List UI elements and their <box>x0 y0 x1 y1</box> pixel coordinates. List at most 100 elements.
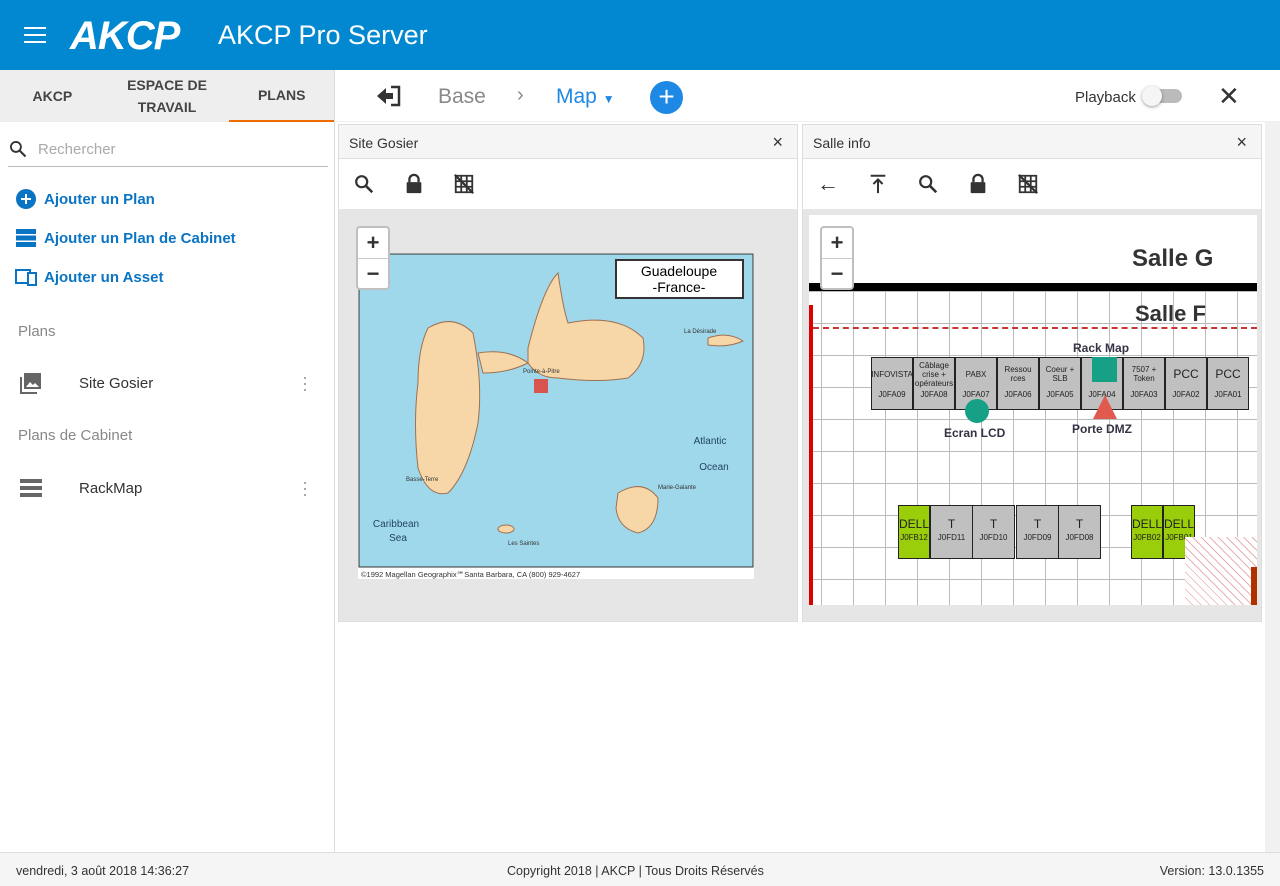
map-canvas[interactable]: + − Guadeloupe -France- Atlantic Ocean Ca… <box>339 209 797 621</box>
add-cabinet-plan-label: Ajouter un Plan de Cabinet <box>44 229 236 247</box>
more-vert-icon[interactable]: · · · <box>302 473 308 503</box>
rack-name: T <box>1033 517 1042 531</box>
search-icon <box>10 141 27 158</box>
app-title: AKCP Pro Server <box>218 20 428 50</box>
close-icon[interactable]: × <box>772 132 783 153</box>
plans-heading: Plans <box>18 323 56 340</box>
more-vert-icon[interactable]: · · · <box>302 368 308 398</box>
rack-id: J0FA05 <box>1046 390 1074 399</box>
chevron-right-icon: › <box>517 84 524 106</box>
rack-J0FA05[interactable]: Coeur + SLB J0FA05 <box>1039 357 1081 410</box>
image-icon <box>20 373 41 394</box>
rack-id: J0FA08 <box>920 390 948 399</box>
map-label: Caribbean <box>373 519 419 530</box>
guadeloupe-map: Guadeloupe -France- Atlantic Ocean Carib… <box>358 253 754 579</box>
add-plan-label: Ajouter un Plan <box>44 190 155 208</box>
tab-espace-de-travail[interactable]: ESPACE DE TRAVAIL <box>105 70 230 122</box>
close-icon[interactable]: × <box>1236 132 1247 153</box>
search-icon[interactable] <box>353 173 375 195</box>
salle-f-label: Salle F <box>1135 301 1206 326</box>
panel-title: Site Gosier <box>349 135 419 151</box>
rack-J0FA01[interactable]: PCC J0FA01 <box>1207 357 1249 410</box>
akcp-logo: AKCP <box>70 14 180 58</box>
rack-name: DELL <box>1132 517 1163 531</box>
close-icon[interactable]: ✕ <box>1218 81 1240 112</box>
salle-g-label: Salle G <box>1132 245 1214 272</box>
rack-J0FD08[interactable]: T J0FD08 <box>1058 505 1101 559</box>
rack-J0FA02[interactable]: PCC J0FA02 <box>1165 357 1207 410</box>
rack-map-marker[interactable] <box>1092 357 1117 382</box>
rack-J0FD09[interactable]: T J0FD09 <box>1016 505 1059 559</box>
rack-name: PCC <box>1173 366 1199 381</box>
cabinet-item-rackmap[interactable]: RackMap · · · <box>0 468 335 508</box>
rack-id: J0FA02 <box>1172 390 1200 399</box>
rack-name: PCC <box>1215 366 1241 381</box>
breadcrumb-base[interactable]: Base <box>438 85 486 109</box>
map-label: Marie-Galante <box>658 485 697 491</box>
rack-id: J0FA01 <box>1214 390 1242 399</box>
breadcrumb-map[interactable]: Map ▼ <box>556 85 615 109</box>
grid-off-icon[interactable] <box>453 173 475 195</box>
zoom-out-button[interactable]: − <box>358 258 388 288</box>
grid-off-icon[interactable] <box>1017 173 1039 195</box>
zoom-control: + − <box>820 226 854 290</box>
map-label: Les Saintes <box>508 541 539 547</box>
rack-J0FD10[interactable]: T J0FD10 <box>972 505 1015 559</box>
search-icon[interactable] <box>917 173 939 195</box>
zoom-in-button[interactable]: + <box>822 228 852 258</box>
add-plan-button[interactable]: Ajouter un Plan <box>15 189 155 209</box>
rack-name: T <box>1075 517 1084 531</box>
rack-id: J0FB02 <box>1133 533 1161 542</box>
lock-icon[interactable] <box>403 173 425 195</box>
rack-J0FD11[interactable]: T J0FD11 <box>930 505 973 559</box>
ecran-lcd-marker[interactable] <box>965 399 989 423</box>
add-cabinet-plan-button[interactable]: Ajouter un Plan de Cabinet <box>15 229 236 247</box>
exit-icon[interactable] <box>376 84 402 108</box>
rack-id: J0FA06 <box>1004 390 1032 399</box>
rack-name: T <box>947 517 956 531</box>
main-toolbar: Base › Map ▼ + Playback ✕ <box>336 70 1280 122</box>
back-arrow-icon[interactable]: ← <box>817 171 839 197</box>
map-label: Sea <box>389 533 407 544</box>
search-input[interactable]: Rechercher <box>8 132 328 167</box>
rack-J0FA09[interactable]: INFOVISTA J0FA09 <box>871 357 913 410</box>
rack-name: Câblage crise + opérateurs <box>914 360 954 388</box>
rack-name: T <box>989 517 998 531</box>
add-button[interactable]: + <box>650 81 683 114</box>
rack-name: PABX <box>965 369 987 379</box>
plan-item-site-gosier[interactable]: Site Gosier · · · <box>0 363 335 403</box>
panel-site-gosier: Site Gosier × + − Guadeloupe -France- Atla… <box>338 124 798 622</box>
rack-J0FA03[interactable]: 7507 + Token J0FA03 <box>1123 357 1165 410</box>
cabinet-heading: Plans de Cabinet <box>18 427 133 444</box>
lock-icon[interactable] <box>967 173 989 195</box>
tab-plans[interactable]: PLANS <box>229 70 335 122</box>
porte-dmz-marker[interactable] <box>1093 395 1117 419</box>
tab-akcp[interactable]: AKCP <box>0 70 105 122</box>
rack-J0FB02[interactable]: DELL J0FB02 <box>1131 505 1163 559</box>
rack-J0FB12[interactable]: DELL J0FB12 <box>898 505 930 559</box>
map-copyright: ©1992 Magellan Geographix℠Santa Barbara,… <box>361 570 580 579</box>
search-placeholder: Rechercher <box>38 140 116 158</box>
map-label: Ocean <box>699 462 728 473</box>
add-asset-button[interactable]: Ajouter un Asset <box>15 268 163 286</box>
menu-icon[interactable] <box>24 27 46 43</box>
floorplan-canvas[interactable]: Salle G Salle F INFOVISTA J0FA09 Câblage c… <box>803 209 1261 621</box>
rack-J0FA08[interactable]: Câblage crise + opérateurs J0FA08 <box>913 357 955 410</box>
add-circle-icon <box>16 189 36 209</box>
list-icon <box>20 479 42 497</box>
footer: vendredi, 3 août 2018 14:36:27 Copyright… <box>0 852 1280 886</box>
scrollbar[interactable] <box>1265 122 1280 852</box>
dropdown-arrow-icon: ▼ <box>602 92 615 106</box>
app-header: AKCP AKCP Pro Server <box>0 0 1280 70</box>
zoom-out-button[interactable]: − <box>822 258 852 288</box>
playback-toggle[interactable] <box>1142 86 1182 106</box>
map-label: La Désirade <box>684 329 717 335</box>
plan-label: Site Gosier <box>79 374 154 392</box>
rack-id: J0FD08 <box>1065 533 1094 542</box>
zoom-in-button[interactable]: + <box>358 228 388 258</box>
site-marker[interactable] <box>534 379 548 393</box>
rack-name: Coeur + SLB <box>1045 365 1075 383</box>
panel-title: Salle info <box>813 135 871 151</box>
vertical-align-top-icon[interactable] <box>867 173 889 195</box>
rack-J0FA06[interactable]: Ressou rces J0FA06 <box>997 357 1039 410</box>
